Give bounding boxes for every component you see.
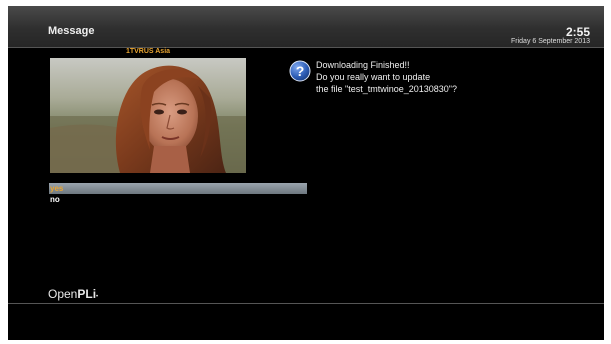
message-line: the file "test_tmtwinoe_20130830"? xyxy=(316,84,457,94)
logo-text-open: Open xyxy=(48,287,78,301)
message-line: Do you really want to update xyxy=(316,72,431,82)
choice-yes[interactable]: yes xyxy=(49,183,307,194)
bottom-bar xyxy=(8,303,604,340)
message-line: Downloading Finished!! xyxy=(316,60,410,70)
channel-name: 1TVRUS Asia xyxy=(125,48,171,55)
video-preview-image xyxy=(50,58,246,173)
logo-text-pli: PLi xyxy=(77,287,97,301)
question-icon: ? xyxy=(289,60,311,82)
openpli-logo: OpenPLi• xyxy=(48,287,98,304)
tv-screen: Message 2:55 Friday 6 September 2013 1TV… xyxy=(8,6,604,340)
message-text: Downloading Finished!! Do you really wan… xyxy=(316,59,457,95)
svg-text:?: ? xyxy=(296,63,305,79)
logo-mark: • xyxy=(96,294,99,300)
window-title: Message xyxy=(48,25,95,37)
choice-no[interactable]: no xyxy=(49,194,307,205)
choice-list: yes no xyxy=(49,183,307,205)
date-label: Friday 6 September 2013 xyxy=(511,38,590,45)
video-preview xyxy=(50,58,246,173)
title-bar: Message 2:55 Friday 6 September 2013 xyxy=(8,6,604,48)
